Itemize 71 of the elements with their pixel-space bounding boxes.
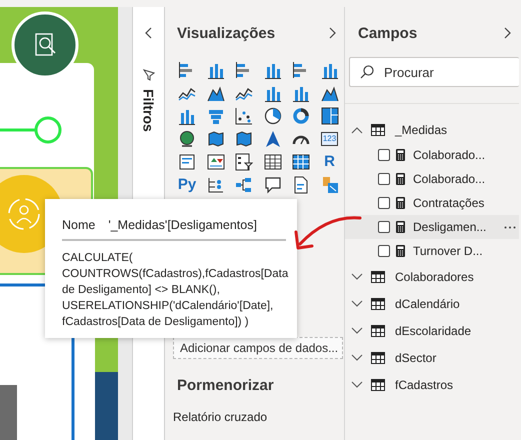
panel-title: Campos — [358, 24, 418, 42]
app-tiles-icon[interactable] — [320, 176, 338, 194]
field-row-highlight[interactable]: Desligamen... — [345, 215, 519, 239]
pie-chart-icon[interactable] — [264, 106, 282, 124]
measure-name[interactable]: Turnover D... — [413, 244, 483, 258]
map-icon[interactable] — [235, 130, 253, 148]
calculator-icon — [396, 245, 405, 257]
matrix-icon[interactable] — [292, 152, 310, 170]
collapse-icon[interactable] — [351, 126, 363, 134]
donut-chart-icon[interactable] — [292, 106, 310, 124]
speech-bubble-icon[interactable] — [264, 176, 282, 194]
expand-icon[interactable] — [503, 27, 511, 39]
table-name[interactable]: fCadastros — [395, 378, 454, 392]
visual-type-icon[interactable]: 123 — [320, 132, 338, 146]
measure-name[interactable]: Contratações — [413, 196, 484, 210]
kpi-icon[interactable] — [206, 152, 224, 170]
measure-name[interactable]: Colaborado... — [413, 148, 486, 162]
treemap-icon[interactable] — [320, 106, 338, 124]
more-icon[interactable] — [504, 226, 516, 228]
collapse-icon[interactable] — [144, 27, 152, 39]
checkbox[interactable] — [378, 149, 390, 161]
table-icon — [371, 124, 385, 136]
table-name[interactable]: dCalendário — [395, 296, 460, 310]
panel-title: Visualizações — [177, 24, 276, 42]
calculator-icon — [396, 221, 405, 233]
table-name[interactable]: dEscolaridade — [395, 324, 472, 338]
option-label: Relatório cruzado — [173, 410, 268, 424]
measure-name: '_Medidas'[Desligamentos] — [108, 218, 257, 232]
section-title: Pormenorizar — [177, 377, 275, 394]
globe-icon[interactable] — [178, 130, 196, 148]
calculator-icon — [396, 173, 405, 185]
table-name[interactable]: dSector — [395, 350, 436, 364]
calculator-icon — [396, 197, 405, 209]
table-icon — [371, 352, 385, 364]
table-icon — [371, 378, 385, 390]
checkbox[interactable] — [378, 221, 390, 233]
decomposition-tree-icon[interactable] — [235, 176, 253, 194]
expand-icon[interactable] — [351, 326, 363, 334]
dax-expression: CALCULATE( COUNTROWS(fCadastros),fCadastros[Data de Desligamento] <> BLANK(), USERELATIONSHIP('dCalendário'[Date], fCadastros[Data de Desligamento]) ) — [62, 251, 290, 330]
slicer-icon[interactable] — [235, 152, 253, 170]
navigation-arrow-icon[interactable] — [264, 130, 282, 148]
expand-icon[interactable] — [351, 300, 363, 308]
table-icon — [371, 270, 385, 282]
card-icon[interactable] — [178, 152, 196, 170]
name-label: Nome — [62, 218, 96, 232]
expand-icon[interactable] — [351, 380, 363, 388]
map-icon[interactable] — [206, 130, 224, 148]
scatter-chart-icon[interactable] — [235, 106, 253, 124]
drop-field[interactable]: Adicionar campos de dados... — [173, 337, 343, 359]
expand-icon[interactable] — [351, 272, 363, 280]
table-name[interactable]: Colaboradores — [395, 270, 474, 284]
table-icon — [371, 298, 385, 310]
measure-name[interactable]: Desligamen... — [413, 220, 486, 234]
checkbox[interactable] — [378, 197, 390, 209]
checkbox[interactable] — [378, 173, 390, 185]
checkbox[interactable] — [378, 245, 390, 257]
visual-type-icon[interactable]: Py — [178, 177, 196, 192]
filter-icon — [142, 69, 154, 81]
expand-icon[interactable] — [328, 27, 336, 39]
measure-name[interactable]: Colaborado... — [413, 172, 486, 186]
calculator-icon — [396, 149, 405, 161]
document-icon[interactable] — [292, 176, 310, 194]
search-field[interactable]: Procurar — [349, 57, 519, 87]
table-name[interactable]: _Medidas — [395, 122, 448, 136]
visual-type-icon[interactable]: R — [324, 154, 335, 169]
table-icon[interactable] — [264, 152, 282, 170]
table-icon — [371, 324, 385, 336]
key-influencers-icon[interactable] — [206, 176, 224, 194]
search-icon — [360, 65, 374, 79]
panel-title[interactable]: Filtros — [140, 89, 156, 132]
expand-icon[interactable] — [351, 354, 363, 362]
